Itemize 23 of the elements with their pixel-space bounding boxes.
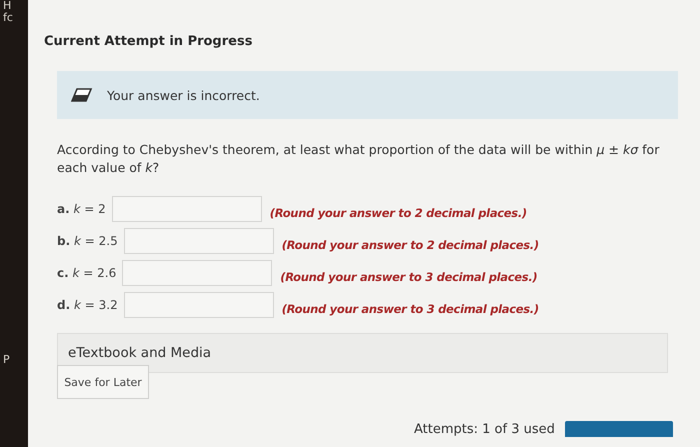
answer-field[interactable] — [124, 292, 274, 318]
answer-field[interactable] — [122, 260, 272, 286]
edge-text: P — [2, 354, 11, 366]
question-text: According to Chebyshev's theorem, at least what proportion of the data will be within μ ± kσ for each value of k? — [57, 141, 660, 177]
etextbook-media-link[interactable]: eTextbook and Media — [57, 333, 668, 373]
eraser-icon — [71, 88, 93, 102]
part-label: d. k = 3.2 — [57, 298, 118, 312]
rounding-hint: (Round your answer to 2 decimal places.) — [282, 237, 539, 252]
rounding-hint: (Round your answer to 3 decimal places.) — [282, 301, 539, 316]
attempts-text: Attempts: 1 of 3 used — [414, 422, 555, 437]
answer-field[interactable] — [112, 196, 262, 222]
feedback-text: Your answer is incorrect. — [107, 88, 260, 102]
part-label: a. k = 2 — [57, 202, 106, 216]
answer-field[interactable] — [124, 228, 274, 254]
submit-button[interactable] — [564, 421, 673, 437]
part-label: b. k = 2.5 — [57, 234, 118, 248]
page-title: Current Attempt in Progress — [44, 34, 254, 49]
edge-text: fc — [2, 12, 14, 24]
rounding-hint: (Round your answer to 2 decimal places.) — [270, 205, 527, 220]
edge-text: H — [2, 0, 12, 12]
save-for-later-button[interactable]: Save for Later — [57, 365, 149, 399]
rounding-hint: (Round your answer to 3 decimal places.) — [280, 269, 538, 284]
part-label: c. k = 2.6 — [57, 266, 116, 280]
